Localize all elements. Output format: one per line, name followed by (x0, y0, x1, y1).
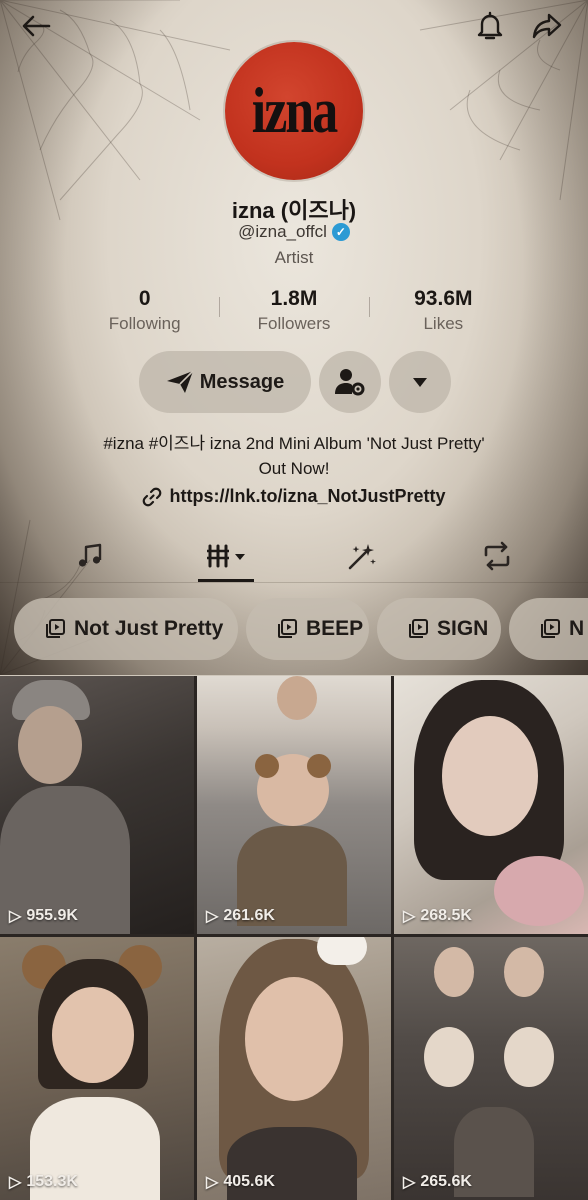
thumbnail-figure (434, 947, 474, 997)
stat-value: 0 (138, 287, 151, 310)
thumbnail-figure (255, 754, 279, 778)
playlist-icon (278, 619, 297, 638)
video-thumbnail[interactable]: ▷ 153.3K (0, 937, 194, 1200)
profile-bio: #izna #이즈나 izna 2nd Mini Album 'Not Just… (40, 431, 548, 481)
view-count: ▷ 405.6K (206, 1172, 275, 1192)
bio-line: Out Now! (258, 459, 330, 478)
playlist-chip-label: BEEP (306, 617, 364, 640)
view-count-value: 153.3K (26, 1173, 78, 1190)
music-note-icon (78, 543, 102, 567)
bio-link-text: https://lnk.to/izna_NotJustPretty (169, 486, 446, 506)
playlist-icon (409, 619, 428, 638)
play-icon: ▷ (9, 908, 22, 925)
video-thumbnail[interactable]: ▷ 265.6K (394, 937, 588, 1200)
thumbnail-figure (504, 1027, 554, 1087)
handle-row: @izna_offcl ✓ (0, 222, 588, 242)
video-grid: ▷ 955.9K ▷ 261.6K ▷ 268.5K ▷ 153.3K ▷ 405.6K (0, 676, 588, 1200)
view-count-value: 405.6K (223, 1173, 275, 1190)
link-icon (143, 487, 162, 506)
person-settings-icon (335, 369, 365, 396)
video-thumbnail[interactable]: ▷ 405.6K (197, 937, 391, 1200)
playlist-icon (46, 619, 65, 638)
stat-label: Following (108, 314, 181, 333)
bio-link[interactable]: https://lnk.to/izna_NotJustPretty (0, 486, 588, 507)
playlist-chip-label: N (569, 617, 585, 640)
stat-following[interactable]: 0 Following (70, 287, 219, 339)
stat-likes[interactable]: 93.6M Likes (368, 287, 518, 339)
view-count-value: 955.9K (26, 907, 78, 924)
video-thumbnail[interactable]: ▷ 261.6K (197, 676, 391, 934)
notifications-button[interactable] (470, 6, 510, 46)
thumbnail-figure (52, 987, 134, 1083)
content-tabs (0, 530, 588, 584)
playlist-chip[interactable]: Not Just Pretty (14, 598, 238, 660)
stat-value: 93.6M (414, 287, 473, 310)
tab-videos[interactable] (196, 530, 256, 582)
video-thumbnail[interactable]: ▷ 268.5K (394, 676, 588, 934)
follow-settings-button[interactable] (319, 351, 381, 413)
repost-icon (484, 541, 510, 571)
playlist-chip-label: Not Just Pretty (74, 617, 224, 640)
thumbnail-figure (317, 937, 367, 965)
tab-reposts[interactable] (467, 530, 527, 582)
view-count: ▷ 261.6K (206, 906, 275, 926)
share-button[interactable] (527, 6, 567, 46)
bell-icon (477, 11, 503, 40)
playlist-chip[interactable]: N (509, 598, 588, 660)
play-icon: ▷ (206, 1174, 219, 1191)
share-icon (532, 13, 562, 39)
profile-handle: @izna_offcl (238, 222, 327, 241)
view-count: ▷ 265.6K (403, 1172, 472, 1192)
tab-favorites[interactable] (332, 530, 392, 582)
back-arrow-icon (22, 15, 51, 37)
play-icon: ▷ (9, 1174, 22, 1191)
bio-line: #izna #이즈나 izna 2nd Mini Album 'Not Just… (103, 434, 485, 453)
avatar[interactable]: izna (225, 42, 363, 180)
tab-divider (0, 582, 588, 583)
view-count-value: 261.6K (223, 907, 275, 924)
profile-stats: 0 Following 1.8M Followers 93.6M Likes (70, 287, 518, 339)
thumbnail-figure (277, 676, 317, 720)
playlist-chip[interactable]: BEEP (246, 598, 369, 660)
thumbnail-figure (442, 716, 538, 836)
playlist-chip-label: SIGN (437, 617, 489, 640)
play-icon: ▷ (403, 908, 416, 925)
thumbnail-figure (307, 754, 331, 778)
view-count: ▷ 955.9K (9, 906, 78, 926)
play-icon: ▷ (403, 1174, 416, 1191)
thumbnail-figure (245, 977, 343, 1101)
message-button-label: Message (199, 370, 285, 393)
stat-value: 1.8M (270, 287, 318, 310)
more-options-button[interactable] (389, 351, 451, 413)
thumbnail-figure (424, 1027, 474, 1087)
view-count: ▷ 268.5K (403, 906, 472, 926)
message-button[interactable]: Message (139, 351, 311, 413)
playlist-icon (541, 619, 560, 638)
verified-badge-icon: ✓ (331, 223, 350, 241)
send-icon (166, 370, 194, 393)
thumbnail-figure (18, 706, 82, 784)
playlist-chips: Not Just Pretty BEEP SIGN N (0, 598, 588, 660)
back-button[interactable] (16, 6, 56, 46)
stat-label: Likes (423, 314, 464, 333)
profile-name: izna (이즈나) (231, 198, 357, 223)
view-count-value: 265.6K (420, 1173, 472, 1190)
profile-category: Artist (274, 248, 314, 267)
video-grid-icon (207, 544, 245, 568)
stat-followers[interactable]: 1.8M Followers (219, 287, 368, 339)
thumbnail-figure (504, 947, 544, 997)
tab-music[interactable] (60, 530, 120, 582)
stat-label: Followers (257, 314, 331, 333)
sparkle-icon (348, 544, 376, 570)
view-count: ▷ 153.3K (9, 1172, 78, 1192)
video-thumbnail[interactable]: ▷ 955.9K (0, 676, 194, 934)
caret-down-icon (413, 378, 427, 387)
avatar-logo-text: izna (251, 75, 338, 147)
profile-actions: Message (139, 351, 451, 413)
thumbnail-figure (494, 856, 584, 926)
view-count-value: 268.5K (420, 907, 472, 924)
play-icon: ▷ (206, 908, 219, 925)
playlist-chip[interactable]: SIGN (377, 598, 501, 660)
